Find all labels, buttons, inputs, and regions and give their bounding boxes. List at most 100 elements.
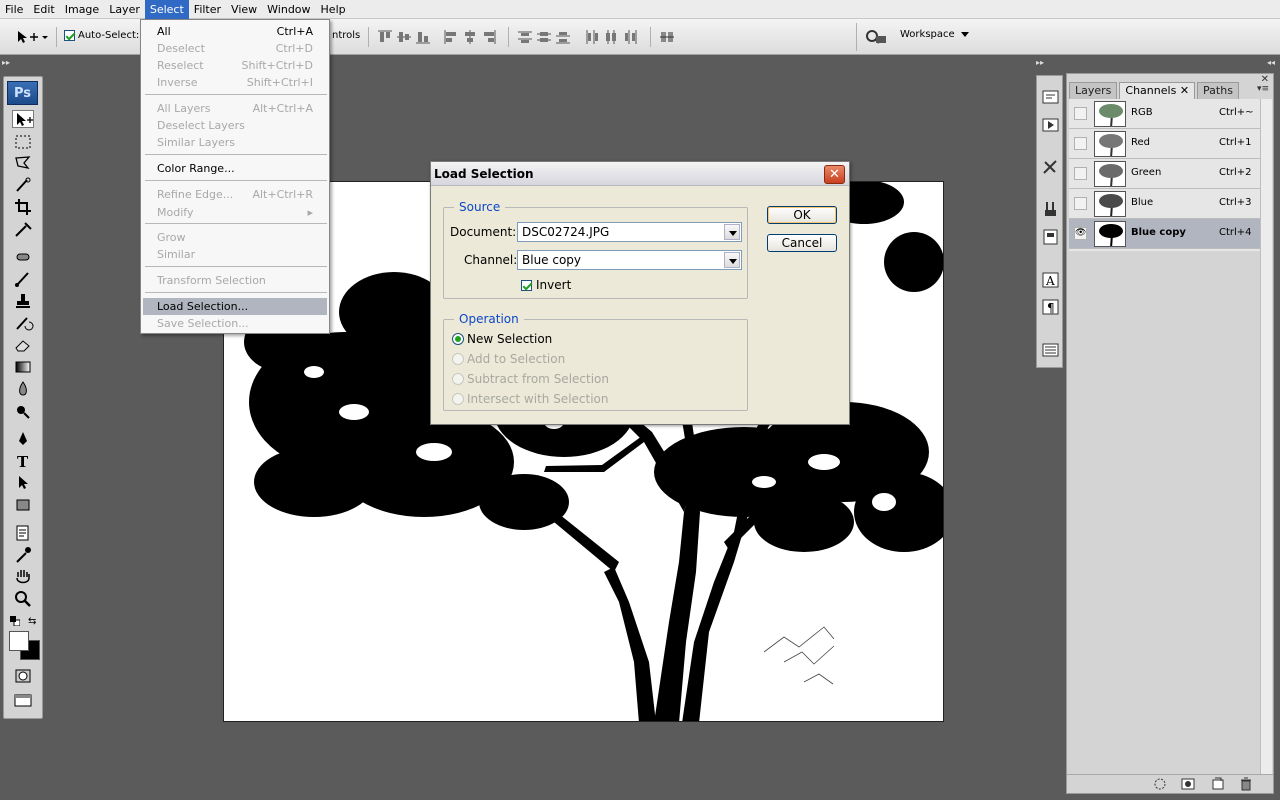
menu-filter[interactable]: Filter: [189, 0, 226, 19]
clone-stamp-tool-icon[interactable]: [12, 292, 34, 310]
move-tool-icon[interactable]: [12, 110, 34, 128]
visibility-toggle[interactable]: [1074, 167, 1087, 180]
marquee-tool-icon[interactable]: [12, 133, 34, 151]
chevron-down-icon[interactable]: [724, 252, 740, 268]
actions-panel-icon[interactable]: [1041, 116, 1060, 134]
menu-file[interactable]: File: [0, 0, 28, 19]
channel-row-rgb[interactable]: RGB Ctrl+~: [1069, 99, 1260, 129]
trash-icon[interactable]: [1239, 777, 1253, 791]
eyedropper-tool-icon[interactable]: [12, 220, 34, 238]
hand-tool-icon[interactable]: [12, 568, 34, 586]
tab-paths[interactable]: Paths: [1197, 82, 1239, 99]
distribute-bottom-icon[interactable]: [555, 29, 571, 45]
eyedropper-sample-tool-icon[interactable]: [12, 546, 34, 564]
distribute-vcenter-icon[interactable]: [536, 29, 552, 45]
path-selection-tool-icon[interactable]: [12, 474, 34, 492]
move-tool-preset-icon[interactable]: [16, 29, 48, 45]
swap-colors-icon[interactable]: ⇆: [28, 616, 40, 627]
visibility-toggle[interactable]: [1074, 137, 1087, 150]
bridge-icon[interactable]: [864, 29, 888, 45]
align-bottom-icon[interactable]: [415, 29, 431, 45]
cancel-button[interactable]: Cancel: [767, 234, 837, 252]
healing-brush-tool-icon[interactable]: [12, 248, 34, 266]
screen-mode-icon[interactable]: [12, 691, 34, 709]
align-left-icon[interactable]: [443, 29, 459, 45]
clone-source-panel-icon[interactable]: [1041, 228, 1060, 246]
close-icon[interactable]: ✕: [1180, 84, 1189, 97]
align-right-icon[interactable]: [481, 29, 497, 45]
chevron-down-icon[interactable]: [724, 224, 740, 240]
invert-checkbox[interactable]: [521, 279, 532, 291]
auto-select-option[interactable]: Auto-Select:: [64, 30, 139, 41]
align-vcenter-icon[interactable]: [396, 29, 412, 45]
foreground-color-swatch[interactable]: [9, 631, 29, 651]
new-selection-radio[interactable]: [452, 333, 464, 345]
gradient-tool-icon[interactable]: [12, 358, 34, 376]
document-select[interactable]: DSC02724.JPG: [517, 222, 742, 242]
channel-row-blue-copy[interactable]: 👁 Blue copy Ctrl+4: [1069, 219, 1260, 249]
eraser-tool-icon[interactable]: [12, 336, 34, 354]
channel-select[interactable]: Blue copy: [517, 250, 742, 270]
blur-tool-icon[interactable]: [12, 380, 34, 398]
auto-select-checkbox[interactable]: [64, 30, 75, 41]
history-panel-icon[interactable]: [1041, 88, 1060, 106]
dodge-tool-icon[interactable]: [12, 402, 34, 420]
paragraph-panel-icon[interactable]: ¶: [1041, 298, 1060, 316]
quick-selection-tool-icon[interactable]: [12, 176, 34, 194]
load-channel-as-selection-icon[interactable]: [1153, 777, 1167, 791]
rectangle-tool-icon[interactable]: [12, 496, 34, 514]
visibility-toggle[interactable]: [1074, 107, 1087, 120]
distribute-right-icon[interactable]: [622, 29, 638, 45]
quick-mask-icon[interactable]: [12, 667, 34, 685]
tool-presets-panel-icon[interactable]: [1041, 158, 1060, 176]
eye-icon[interactable]: 👁: [1074, 227, 1087, 240]
menu-window[interactable]: Window: [262, 0, 315, 19]
new-channel-icon[interactable]: [1211, 777, 1225, 791]
distribute-top-icon[interactable]: [517, 29, 533, 45]
pen-tool-icon[interactable]: [12, 430, 34, 448]
menu-item-all[interactable]: All Ctrl+A: [143, 23, 327, 40]
visibility-toggle[interactable]: [1074, 197, 1087, 210]
type-tool-icon[interactable]: T: [12, 452, 34, 471]
align-top-icon[interactable]: [377, 29, 393, 45]
history-brush-tool-icon[interactable]: [12, 314, 34, 332]
save-selection-as-channel-icon[interactable]: [1181, 777, 1195, 791]
tab-channels[interactable]: Channels ✕: [1119, 82, 1196, 99]
align-hcenter-icon[interactable]: [462, 29, 478, 45]
auto-align-icon[interactable]: [659, 29, 675, 45]
tab-layers[interactable]: Layers: [1069, 82, 1118, 99]
layer-comps-panel-icon[interactable]: [1041, 341, 1060, 359]
toolbox-collapse-arrows[interactable]: ▸▸: [2, 58, 44, 70]
lasso-tool-icon[interactable]: [12, 154, 34, 172]
crop-tool-icon[interactable]: [12, 198, 34, 216]
notes-tool-icon[interactable]: [12, 524, 34, 542]
invert-option[interactable]: Invert: [521, 278, 571, 292]
menu-select[interactable]: Select: [144, 0, 189, 19]
subtract-from-selection-radio: [452, 373, 464, 385]
menu-help[interactable]: Help: [316, 0, 351, 19]
distribute-hcenter-icon[interactable]: [603, 29, 619, 45]
menu-item-load-selection[interactable]: Load Selection...: [143, 298, 327, 315]
dialog-title-bar[interactable]: Load Selection ✕: [431, 162, 849, 186]
channel-row-red[interactable]: Red Ctrl+1: [1069, 129, 1260, 159]
brushes-panel-icon[interactable]: [1041, 200, 1060, 218]
panel-scrollbar[interactable]: [1260, 99, 1272, 783]
ok-button[interactable]: OK: [767, 206, 837, 224]
default-colors-icon[interactable]: [10, 616, 21, 627]
menu-view[interactable]: View: [226, 0, 262, 19]
brush-tool-icon[interactable]: [12, 270, 34, 288]
menu-layer[interactable]: Layer: [104, 0, 145, 19]
workspace-button[interactable]: Workspace: [900, 29, 969, 40]
menu-image[interactable]: Image: [60, 0, 104, 19]
character-panel-icon[interactable]: A: [1041, 271, 1060, 289]
dock-collapse-arrows[interactable]: ▸▸: [1036, 58, 1063, 70]
menu-item-color-range[interactable]: Color Range...: [143, 160, 327, 177]
channel-row-green[interactable]: Green Ctrl+2: [1069, 159, 1260, 189]
distribute-left-icon[interactable]: [584, 29, 600, 45]
close-icon[interactable]: ✕: [824, 165, 845, 184]
zoom-tool-icon[interactable]: [12, 590, 34, 608]
panel-collapse-arrows[interactable]: ◂◂: [1250, 58, 1275, 70]
radio-new-selection[interactable]: New Selection: [452, 332, 552, 346]
channel-row-blue[interactable]: Blue Ctrl+3: [1069, 189, 1260, 219]
menu-edit[interactable]: Edit: [28, 0, 59, 19]
